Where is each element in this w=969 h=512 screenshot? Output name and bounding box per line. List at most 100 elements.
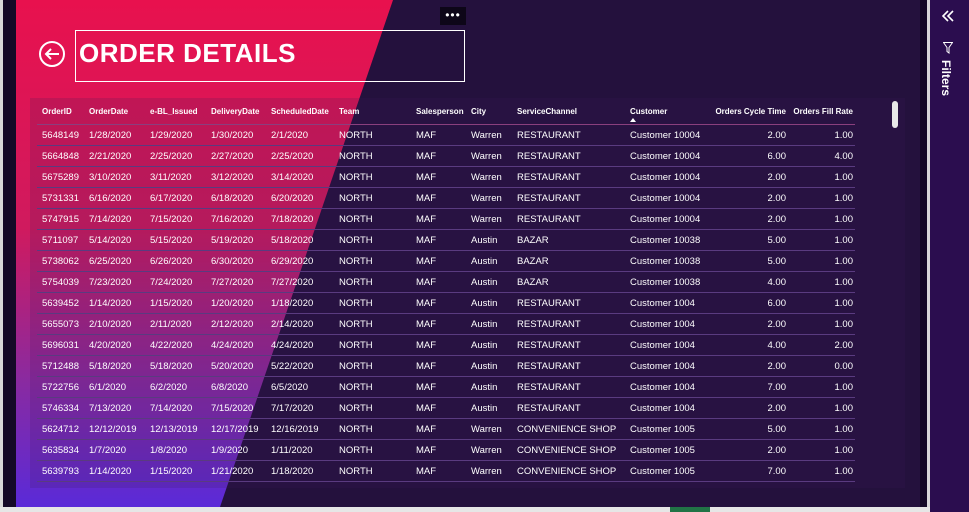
column-header-customer[interactable]: Customer bbox=[625, 98, 707, 125]
double-chevron-left-icon[interactable] bbox=[940, 8, 956, 24]
table-cell: Customer 1005 bbox=[625, 439, 707, 461]
table-cell: MAF bbox=[411, 439, 466, 461]
funnel-icon bbox=[943, 42, 953, 54]
table-cell: 0.00 bbox=[788, 355, 855, 377]
table-cell: MAF bbox=[411, 355, 466, 377]
table-cell: 7/15/2020 bbox=[206, 397, 266, 419]
table-cell: 1/15/2020 bbox=[145, 292, 206, 314]
table-cell: 1/30/2020 bbox=[206, 124, 266, 146]
table-cell: NORTH bbox=[334, 439, 411, 461]
column-header-city[interactable]: City bbox=[466, 98, 512, 125]
table-cell: 5.00 bbox=[707, 250, 788, 272]
table-row[interactable]: 5655073 2/10/2020 2/11/2020 2/12/2020 2/14/2… bbox=[37, 313, 855, 335]
table-cell: NORTH bbox=[334, 250, 411, 272]
table-cell: 7/13/2020 bbox=[84, 397, 145, 419]
table-cell: 1/15/2020 bbox=[145, 460, 206, 482]
table-cell: 2/10/2020 bbox=[84, 313, 145, 335]
table-cell: NORTH bbox=[334, 397, 411, 419]
table-cell: 5738062 bbox=[37, 250, 84, 272]
column-header-deliverydate[interactable]: DeliveryDate bbox=[206, 98, 266, 125]
table-cell: BAZAR bbox=[512, 271, 625, 293]
table-row[interactable]: 5746334 7/13/2020 7/14/2020 7/15/2020 7/17/2… bbox=[37, 397, 855, 419]
table-cell: CONVENIENCE SHOP bbox=[512, 418, 625, 440]
column-header-orders-cycle-time[interactable]: Orders Cycle Time bbox=[707, 98, 788, 125]
table-cell: Warren bbox=[466, 418, 512, 440]
column-header-scheduleddate[interactable]: ScheduledDate bbox=[266, 98, 334, 125]
table-cell: Austin bbox=[466, 397, 512, 419]
order-details-table-visual[interactable]: OrderID OrderDate e-BL_Issued DeliveryDa… bbox=[30, 98, 905, 488]
table-cell: 6/18/2020 bbox=[206, 187, 266, 209]
table-cell: NORTH bbox=[334, 166, 411, 188]
table-cell: 4/22/2020 bbox=[145, 334, 206, 356]
table-cell: Warren bbox=[466, 166, 512, 188]
table-cell: 5655073 bbox=[37, 313, 84, 335]
table-cell: MAF bbox=[411, 376, 466, 398]
table-cell: 1/11/2020 bbox=[266, 439, 334, 461]
table-cell: 6/8/2020 bbox=[206, 376, 266, 398]
table-cell: 2/27/2020 bbox=[206, 145, 266, 167]
table-cell: 5/14/2020 bbox=[84, 229, 145, 251]
title-box: ORDER DETAILS bbox=[75, 30, 465, 82]
column-header-orders-fill-rate[interactable]: Orders Fill Rate bbox=[788, 98, 855, 125]
table-cell: Customer 1004 bbox=[625, 292, 707, 314]
table-cell: 4/20/2020 bbox=[84, 334, 145, 356]
active-page-tab[interactable] bbox=[670, 507, 710, 512]
table-cell: 7/17/2020 bbox=[266, 397, 334, 419]
order-details-table: OrderID OrderDate e-BL_Issued DeliveryDa… bbox=[37, 98, 855, 482]
column-header-orderid[interactable]: OrderID bbox=[37, 98, 84, 125]
table-cell: 2/21/2020 bbox=[84, 145, 145, 167]
table-cell: 1.00 bbox=[788, 376, 855, 398]
table-row[interactable]: 5738062 6/25/2020 6/26/2020 6/30/2020 6/29/2… bbox=[37, 250, 855, 272]
table-row[interactable]: 5696031 4/20/2020 4/22/2020 4/24/2020 4/24/2… bbox=[37, 334, 855, 356]
table-scrollbar[interactable] bbox=[892, 101, 898, 128]
table-row[interactable]: 5675289 3/10/2020 3/11/2020 3/12/2020 3/14/2… bbox=[37, 166, 855, 188]
table-cell: RESTAURANT bbox=[512, 397, 625, 419]
table-cell: 6/29/2020 bbox=[266, 250, 334, 272]
column-header-team[interactable]: Team bbox=[334, 98, 411, 125]
table-row[interactable]: 5639452 1/14/2020 1/15/2020 1/20/2020 1/18/2… bbox=[37, 292, 855, 314]
column-header-ebl-issued[interactable]: e-BL_Issued bbox=[145, 98, 206, 125]
table-cell: 6/20/2020 bbox=[266, 187, 334, 209]
column-header-salesperson[interactable]: Salesperson bbox=[411, 98, 466, 125]
table-cell: 1.00 bbox=[788, 418, 855, 440]
table-cell: 5/18/2020 bbox=[266, 229, 334, 251]
table-cell: 3/12/2020 bbox=[206, 166, 266, 188]
table-cell: Customer 10038 bbox=[625, 250, 707, 272]
table-cell: 2.00 bbox=[707, 187, 788, 209]
table-row[interactable]: 5648149 1/28/2020 1/29/2020 1/30/2020 2/1/20… bbox=[37, 124, 855, 146]
table-cell: 1/20/2020 bbox=[206, 292, 266, 314]
table-cell: 5.00 bbox=[707, 229, 788, 251]
table-cell: 7/16/2020 bbox=[206, 208, 266, 230]
table-cell: 4/24/2020 bbox=[266, 334, 334, 356]
table-cell: 7/18/2020 bbox=[266, 208, 334, 230]
table-row[interactable]: 5722756 6/1/2020 6/2/2020 6/8/2020 6/5/2020 N… bbox=[37, 376, 855, 398]
table-row[interactable]: 5712488 5/18/2020 5/18/2020 5/20/2020 5/22/2… bbox=[37, 355, 855, 377]
table-cell: CONVENIENCE SHOP bbox=[512, 460, 625, 482]
table-row[interactable]: 5664848 2/21/2020 2/25/2020 2/27/2020 2/25/2… bbox=[37, 145, 855, 167]
column-header-orderdate[interactable]: OrderDate bbox=[84, 98, 145, 125]
table-row[interactable]: 5624712 12/12/2019 12/13/2019 12/17/2019 12/… bbox=[37, 418, 855, 440]
table-row[interactable]: 5639793 1/14/2020 1/15/2020 1/21/2020 1/18/2… bbox=[37, 460, 855, 482]
table-cell: 6.00 bbox=[707, 145, 788, 167]
table-body: 5648149 1/28/2020 1/29/2020 1/30/2020 2/1/20… bbox=[37, 124, 855, 482]
table-cell: RESTAURANT bbox=[512, 208, 625, 230]
table-cell: Austin bbox=[466, 355, 512, 377]
column-header-servicechannel[interactable]: ServiceChannel bbox=[512, 98, 625, 125]
table-row[interactable]: 5747915 7/14/2020 7/15/2020 7/16/2020 7/18/2… bbox=[37, 208, 855, 230]
table-cell: MAF bbox=[411, 271, 466, 293]
table-cell: RESTAURANT bbox=[512, 187, 625, 209]
table-row[interactable]: 5754039 7/23/2020 7/24/2020 7/27/2020 7/27/2… bbox=[37, 271, 855, 293]
table-cell: Warren bbox=[466, 439, 512, 461]
more-options-button[interactable]: ••• bbox=[440, 7, 466, 25]
table-cell: 5696031 bbox=[37, 334, 84, 356]
table-cell: Warren bbox=[466, 208, 512, 230]
table-row[interactable]: 5635834 1/7/2020 1/8/2020 1/9/2020 1/11/2020… bbox=[37, 439, 855, 461]
filters-pane[interactable]: Filters bbox=[930, 0, 969, 512]
table-row[interactable]: 5711097 5/14/2020 5/15/2020 5/19/2020 5/18/2… bbox=[37, 229, 855, 251]
table-cell: MAF bbox=[411, 313, 466, 335]
table-cell: 1/14/2020 bbox=[84, 292, 145, 314]
back-arrow-circle-icon[interactable] bbox=[38, 40, 66, 68]
table-cell: 6/25/2020 bbox=[84, 250, 145, 272]
table-row[interactable]: 5731331 6/16/2020 6/17/2020 6/18/2020 6/20/2… bbox=[37, 187, 855, 209]
table-cell: 12/12/2019 bbox=[84, 418, 145, 440]
